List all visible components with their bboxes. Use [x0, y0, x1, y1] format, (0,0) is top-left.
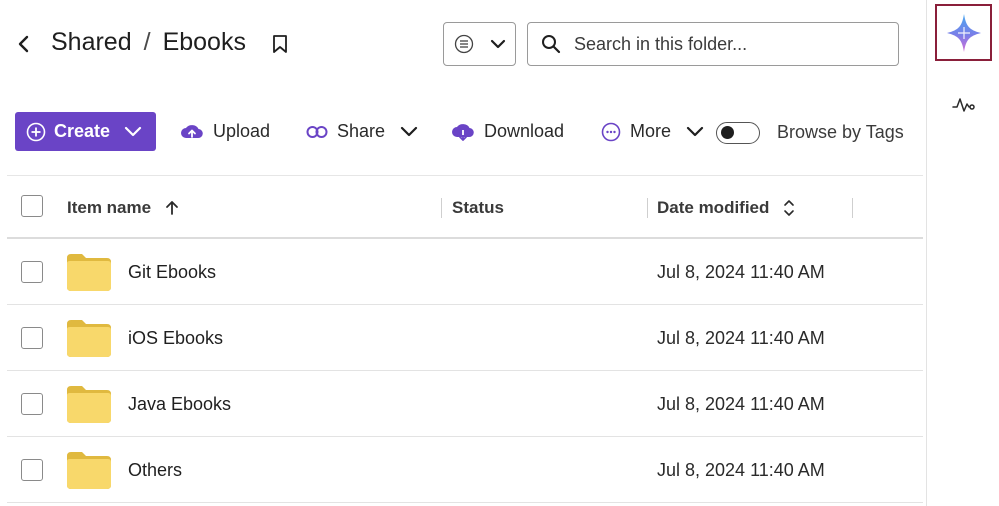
toggle-knob: [721, 126, 734, 139]
table-header: Item name Status Date modified: [7, 175, 923, 239]
search-box: [527, 22, 899, 66]
link-icon: [306, 125, 328, 138]
table-row[interactable]: Git Ebooks Jul 8, 2024 11:40 AM: [7, 239, 923, 305]
item-name[interactable]: Git Ebooks: [128, 262, 216, 283]
item-date-modified: Jul 8, 2024 11:40 AM: [657, 460, 825, 480]
breadcrumb-item-shared[interactable]: Shared: [51, 28, 132, 57]
item-date-modified: Jul 8, 2024 11:40 AM: [657, 394, 825, 414]
main-panel: Shared / Ebooks Search in this folder...…: [0, 0, 926, 506]
item-name[interactable]: Others: [128, 460, 182, 481]
column-divider[interactable]: [441, 198, 442, 218]
row-checkbox[interactable]: [21, 459, 43, 481]
bookmark-icon: [273, 35, 287, 53]
upload-label: Upload: [213, 121, 271, 141]
chevron-left-icon: [18, 35, 29, 53]
select-all-checkbox[interactable]: [21, 195, 43, 217]
browse-by-tags-toggle[interactable]: [716, 122, 760, 144]
more-circle-icon: [601, 122, 621, 141]
back-button[interactable]: [12, 32, 36, 56]
browse-by-tags-label: Browse by Tags: [777, 122, 904, 142]
search-icon: [528, 22, 574, 66]
folder-icon: [67, 320, 111, 357]
share-button[interactable]: Share: [306, 112, 418, 151]
sparkle-icon: [946, 13, 981, 52]
view-mode-select[interactable]: [443, 22, 516, 66]
chevron-down-icon: [400, 126, 418, 136]
plus-circle-icon: [26, 122, 46, 141]
chevron-down-icon: [686, 126, 704, 136]
row-checkbox[interactable]: [21, 393, 43, 415]
list-view-icon: [454, 34, 473, 54]
share-label: Share: [337, 121, 386, 141]
item-name[interactable]: Java Ebooks: [128, 394, 231, 415]
ai-assistant-button[interactable]: [935, 4, 992, 61]
cloud-upload-icon: [181, 124, 203, 138]
download-label: Download: [484, 121, 565, 141]
download-button[interactable]: Download: [451, 112, 564, 151]
breadcrumb: Shared / Ebooks: [51, 28, 246, 57]
column-header-name-label: Item name: [67, 198, 152, 217]
right-rail: [926, 0, 999, 506]
search-input[interactable]: [574, 24, 884, 64]
bookmark-button[interactable]: [268, 32, 292, 56]
row-checkbox[interactable]: [21, 327, 43, 349]
activity-icon: [952, 98, 975, 112]
column-header-status-label: Status: [452, 198, 504, 217]
arrow-up-icon: [166, 201, 178, 215]
column-header-name[interactable]: Item name: [67, 198, 179, 218]
activity-button[interactable]: [951, 92, 977, 118]
cloud-download-icon: [452, 123, 474, 141]
column-divider[interactable]: [647, 198, 648, 218]
folder-icon: [67, 386, 111, 423]
table-row[interactable]: Others Jul 8, 2024 11:40 AM: [7, 437, 923, 503]
breadcrumb-item-ebooks: Ebooks: [162, 28, 246, 56]
table-row[interactable]: Java Ebooks Jul 8, 2024 11:40 AM: [7, 371, 923, 437]
column-header-date-label: Date modified: [657, 198, 770, 217]
more-label: More: [630, 121, 672, 141]
column-header-date-modified[interactable]: Date modified: [657, 198, 795, 218]
chevron-down-icon: [490, 39, 505, 49]
create-label: Create: [54, 121, 111, 141]
item-name[interactable]: iOS Ebooks: [128, 328, 223, 349]
column-header-status[interactable]: Status: [452, 198, 504, 218]
more-button[interactable]: More: [601, 112, 704, 151]
folder-icon: [67, 254, 111, 291]
breadcrumb-separator: /: [143, 28, 151, 56]
row-checkbox[interactable]: [21, 261, 43, 283]
sort-icon: [784, 200, 795, 216]
items-table: Item name Status Date modified Git Ebook…: [7, 175, 923, 503]
item-date-modified: Jul 8, 2024 11:40 AM: [657, 262, 825, 282]
table-row[interactable]: iOS Ebooks Jul 8, 2024 11:40 AM: [7, 305, 923, 371]
chevron-down-icon: [124, 126, 142, 136]
item-date-modified: Jul 8, 2024 11:40 AM: [657, 328, 825, 348]
column-divider[interactable]: [852, 198, 853, 218]
upload-button[interactable]: Upload: [180, 112, 270, 151]
create-button[interactable]: Create: [15, 112, 156, 151]
folder-icon: [67, 452, 111, 489]
